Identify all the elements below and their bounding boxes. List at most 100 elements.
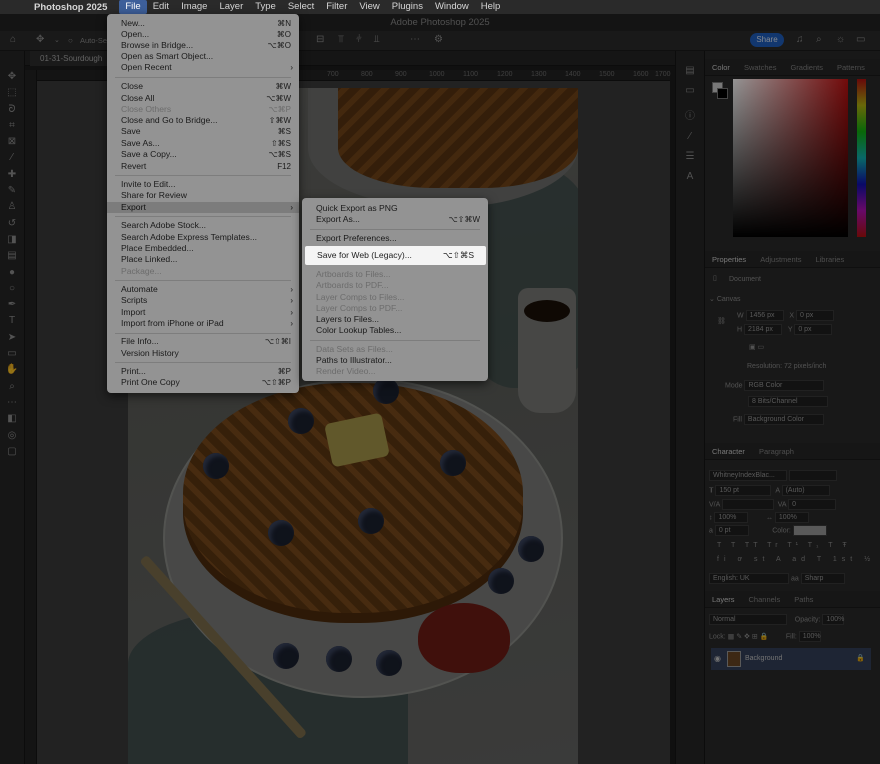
menu-layer[interactable]: Layer xyxy=(213,0,249,14)
adjust-sliders-icon[interactable]: ☰ xyxy=(676,147,704,167)
menu-item-place-linked[interactable]: Place Linked... xyxy=(107,254,299,265)
menu-item-export-as[interactable]: Export As... ⌥⇧⌘W xyxy=(302,214,488,225)
stamp-tool-icon[interactable]: ♙ xyxy=(0,199,24,215)
menu-image[interactable]: Image xyxy=(175,0,213,14)
tab-swatches[interactable]: Swatches xyxy=(737,63,784,72)
menu-item-search-stock[interactable]: Search Adobe Stock... xyxy=(107,220,299,231)
auto-select-checkbox[interactable]: ○ xyxy=(68,36,73,45)
menu-filter[interactable]: Filter xyxy=(320,0,353,14)
menu-item-paths-illustrator[interactable]: Paths to Illustrator... xyxy=(302,355,488,366)
menu-item-place-embedded[interactable]: Place Embedded... xyxy=(107,243,299,254)
layer-name[interactable]: Background xyxy=(745,655,782,662)
menu-file[interactable]: File xyxy=(119,0,147,14)
brush-tool-icon[interactable]: ✎ xyxy=(0,183,24,199)
tab-paths[interactable]: Paths xyxy=(787,595,820,604)
hand-tool-icon[interactable]: ✋ xyxy=(0,362,24,378)
menu-item-save-for-web[interactable]: Save for Web (Legacy)... ⌥⇧⌘S xyxy=(305,246,486,265)
menu-edit[interactable]: Edit xyxy=(147,0,175,14)
align-bottom-icon[interactable]: ⫫ xyxy=(374,34,380,45)
canvas-section-header[interactable]: ⌄ Canvas xyxy=(709,295,741,303)
align-top-icon[interactable]: ⫪ xyxy=(338,34,344,45)
healing-tool-icon[interactable]: ✚ xyxy=(0,167,24,183)
crop-tool-icon[interactable]: ⌗ xyxy=(0,118,24,134)
brushes-icon[interactable]: ⁄ xyxy=(676,127,704,147)
shape-tool-icon[interactable]: ▭ xyxy=(0,346,24,362)
screen-mode-icon[interactable]: ▢ xyxy=(0,444,24,460)
settings-gear-icon[interactable]: ⚙ xyxy=(434,34,443,45)
app-name[interactable]: Photoshop 2025 xyxy=(34,2,107,13)
discover-icon[interactable]: ☼ xyxy=(836,34,845,45)
background-color-swatch[interactable] xyxy=(717,88,728,99)
tab-libraries[interactable]: Libraries xyxy=(808,255,851,264)
antialias-select[interactable]: Sharp xyxy=(800,573,845,584)
x-field[interactable]: 0 px xyxy=(796,310,835,321)
height-field[interactable]: 2184 px xyxy=(744,324,782,335)
font-style-select[interactable] xyxy=(788,470,837,481)
history-brush-icon[interactable]: ↺ xyxy=(0,216,24,232)
opentype-buttons[interactable]: fi ơ st A ad T 1st ½ xyxy=(717,556,875,563)
y-field[interactable]: 0 px xyxy=(794,324,833,335)
menu-item-import[interactable]: Import › xyxy=(107,307,299,318)
menu-item-close-all[interactable]: Close All ⌥⌘W xyxy=(107,93,299,104)
font-size-field[interactable]: 150 pt xyxy=(715,485,772,496)
width-field[interactable]: 1456 px xyxy=(745,310,784,321)
workspace-icon[interactable]: ▭ xyxy=(856,34,865,45)
comments-icon[interactable]: ▭ xyxy=(676,81,704,101)
language-select[interactable]: English: UK xyxy=(709,573,789,584)
menu-item-revert[interactable]: Revert F12 xyxy=(107,161,299,172)
menu-item-search-express[interactable]: Search Adobe Express Templates... xyxy=(107,232,299,243)
menu-item-import-iphone[interactable]: Import from iPhone or iPad › xyxy=(107,318,299,329)
chevron-down-icon[interactable]: ⌄ xyxy=(54,36,60,44)
menu-item-browse-bridge[interactable]: Browse in Bridge... ⌥⌘O xyxy=(107,40,299,51)
menu-window[interactable]: Window xyxy=(429,0,475,14)
menu-item-print-one-copy[interactable]: Print One Copy ⌥⇧⌘P xyxy=(107,377,299,388)
gradient-tool-icon[interactable]: ▤ xyxy=(0,248,24,264)
menu-select[interactable]: Select xyxy=(282,0,320,14)
history-panel-icon[interactable]: ▤ xyxy=(676,61,704,81)
glyphs-icon[interactable]: A xyxy=(676,167,704,187)
info-icon[interactable]: ⓘ xyxy=(676,107,704,127)
menu-view[interactable]: View xyxy=(353,0,385,14)
document-tab[interactable]: 01-31-Sourdough xyxy=(30,51,108,66)
move-tool-icon[interactable]: ✥ xyxy=(0,69,24,85)
menu-item-close[interactable]: Close ⌘W xyxy=(107,81,299,92)
more-icon[interactable]: ⋯ xyxy=(410,34,420,45)
color-swatches-icon[interactable]: ◧ xyxy=(0,411,24,427)
pen-tool-icon[interactable]: ✒ xyxy=(0,297,24,313)
blend-mode-select[interactable]: Normal xyxy=(709,614,787,625)
menu-item-open-recent[interactable]: Open Recent › xyxy=(107,62,299,73)
home-icon[interactable]: ⌂ xyxy=(10,34,16,45)
text-style-buttons[interactable]: T T TT Tr T¹ T₁ T Ŧ xyxy=(717,542,851,549)
fill-select[interactable]: Background Color xyxy=(743,414,824,425)
eraser-tool-icon[interactable]: ◨ xyxy=(0,232,24,248)
menu-item-layers-to-files[interactable]: Layers to Files... xyxy=(302,314,488,325)
menu-item-print[interactable]: Print... ⌘P xyxy=(107,366,299,377)
menu-item-color-lookup[interactable]: Color Lookup Tables... xyxy=(302,325,488,336)
menu-item-open-smart-object[interactable]: Open as Smart Object... xyxy=(107,51,299,62)
opacity-field[interactable]: 100% xyxy=(822,614,845,625)
menu-item-save-as[interactable]: Save As... ⇧⌘S xyxy=(107,138,299,149)
tab-layers[interactable]: Layers xyxy=(705,595,742,604)
leading-field[interactable]: (Auto) xyxy=(781,485,830,496)
tracking-field[interactable]: 0 xyxy=(788,499,837,510)
tab-channels[interactable]: Channels xyxy=(742,595,788,604)
tab-gradients[interactable]: Gradients xyxy=(783,63,830,72)
type-tool-icon[interactable]: T xyxy=(0,313,24,329)
layer-row-background[interactable]: ◉ Background 🔒 xyxy=(711,648,871,670)
dodge-tool-icon[interactable]: ○ xyxy=(0,281,24,297)
path-selection-icon[interactable]: ➤ xyxy=(0,330,24,346)
tab-paragraph[interactable]: Paragraph xyxy=(752,447,801,456)
font-family-select[interactable]: WhitneyIndexBlac... xyxy=(709,470,787,481)
lasso-tool-icon[interactable]: ᘐ xyxy=(0,102,24,118)
menu-item-quick-export-png[interactable]: Quick Export as PNG xyxy=(302,203,488,214)
menu-help[interactable]: Help xyxy=(475,0,507,14)
layer-fill-field[interactable]: 100% xyxy=(798,631,821,642)
hue-slider[interactable] xyxy=(857,79,866,237)
quick-mask-icon[interactable]: ◎ xyxy=(0,428,24,444)
vertical-scale-field[interactable]: 100% xyxy=(714,512,749,523)
menu-item-export[interactable]: Export › xyxy=(107,202,299,213)
menu-item-invite-edit[interactable]: Invite to Edit... xyxy=(107,179,299,190)
orientation-icons[interactable]: ▣ ▭ xyxy=(749,343,764,351)
kerning-field[interactable] xyxy=(721,499,774,510)
eyedropper-tool-icon[interactable]: ⁄ xyxy=(0,150,24,166)
